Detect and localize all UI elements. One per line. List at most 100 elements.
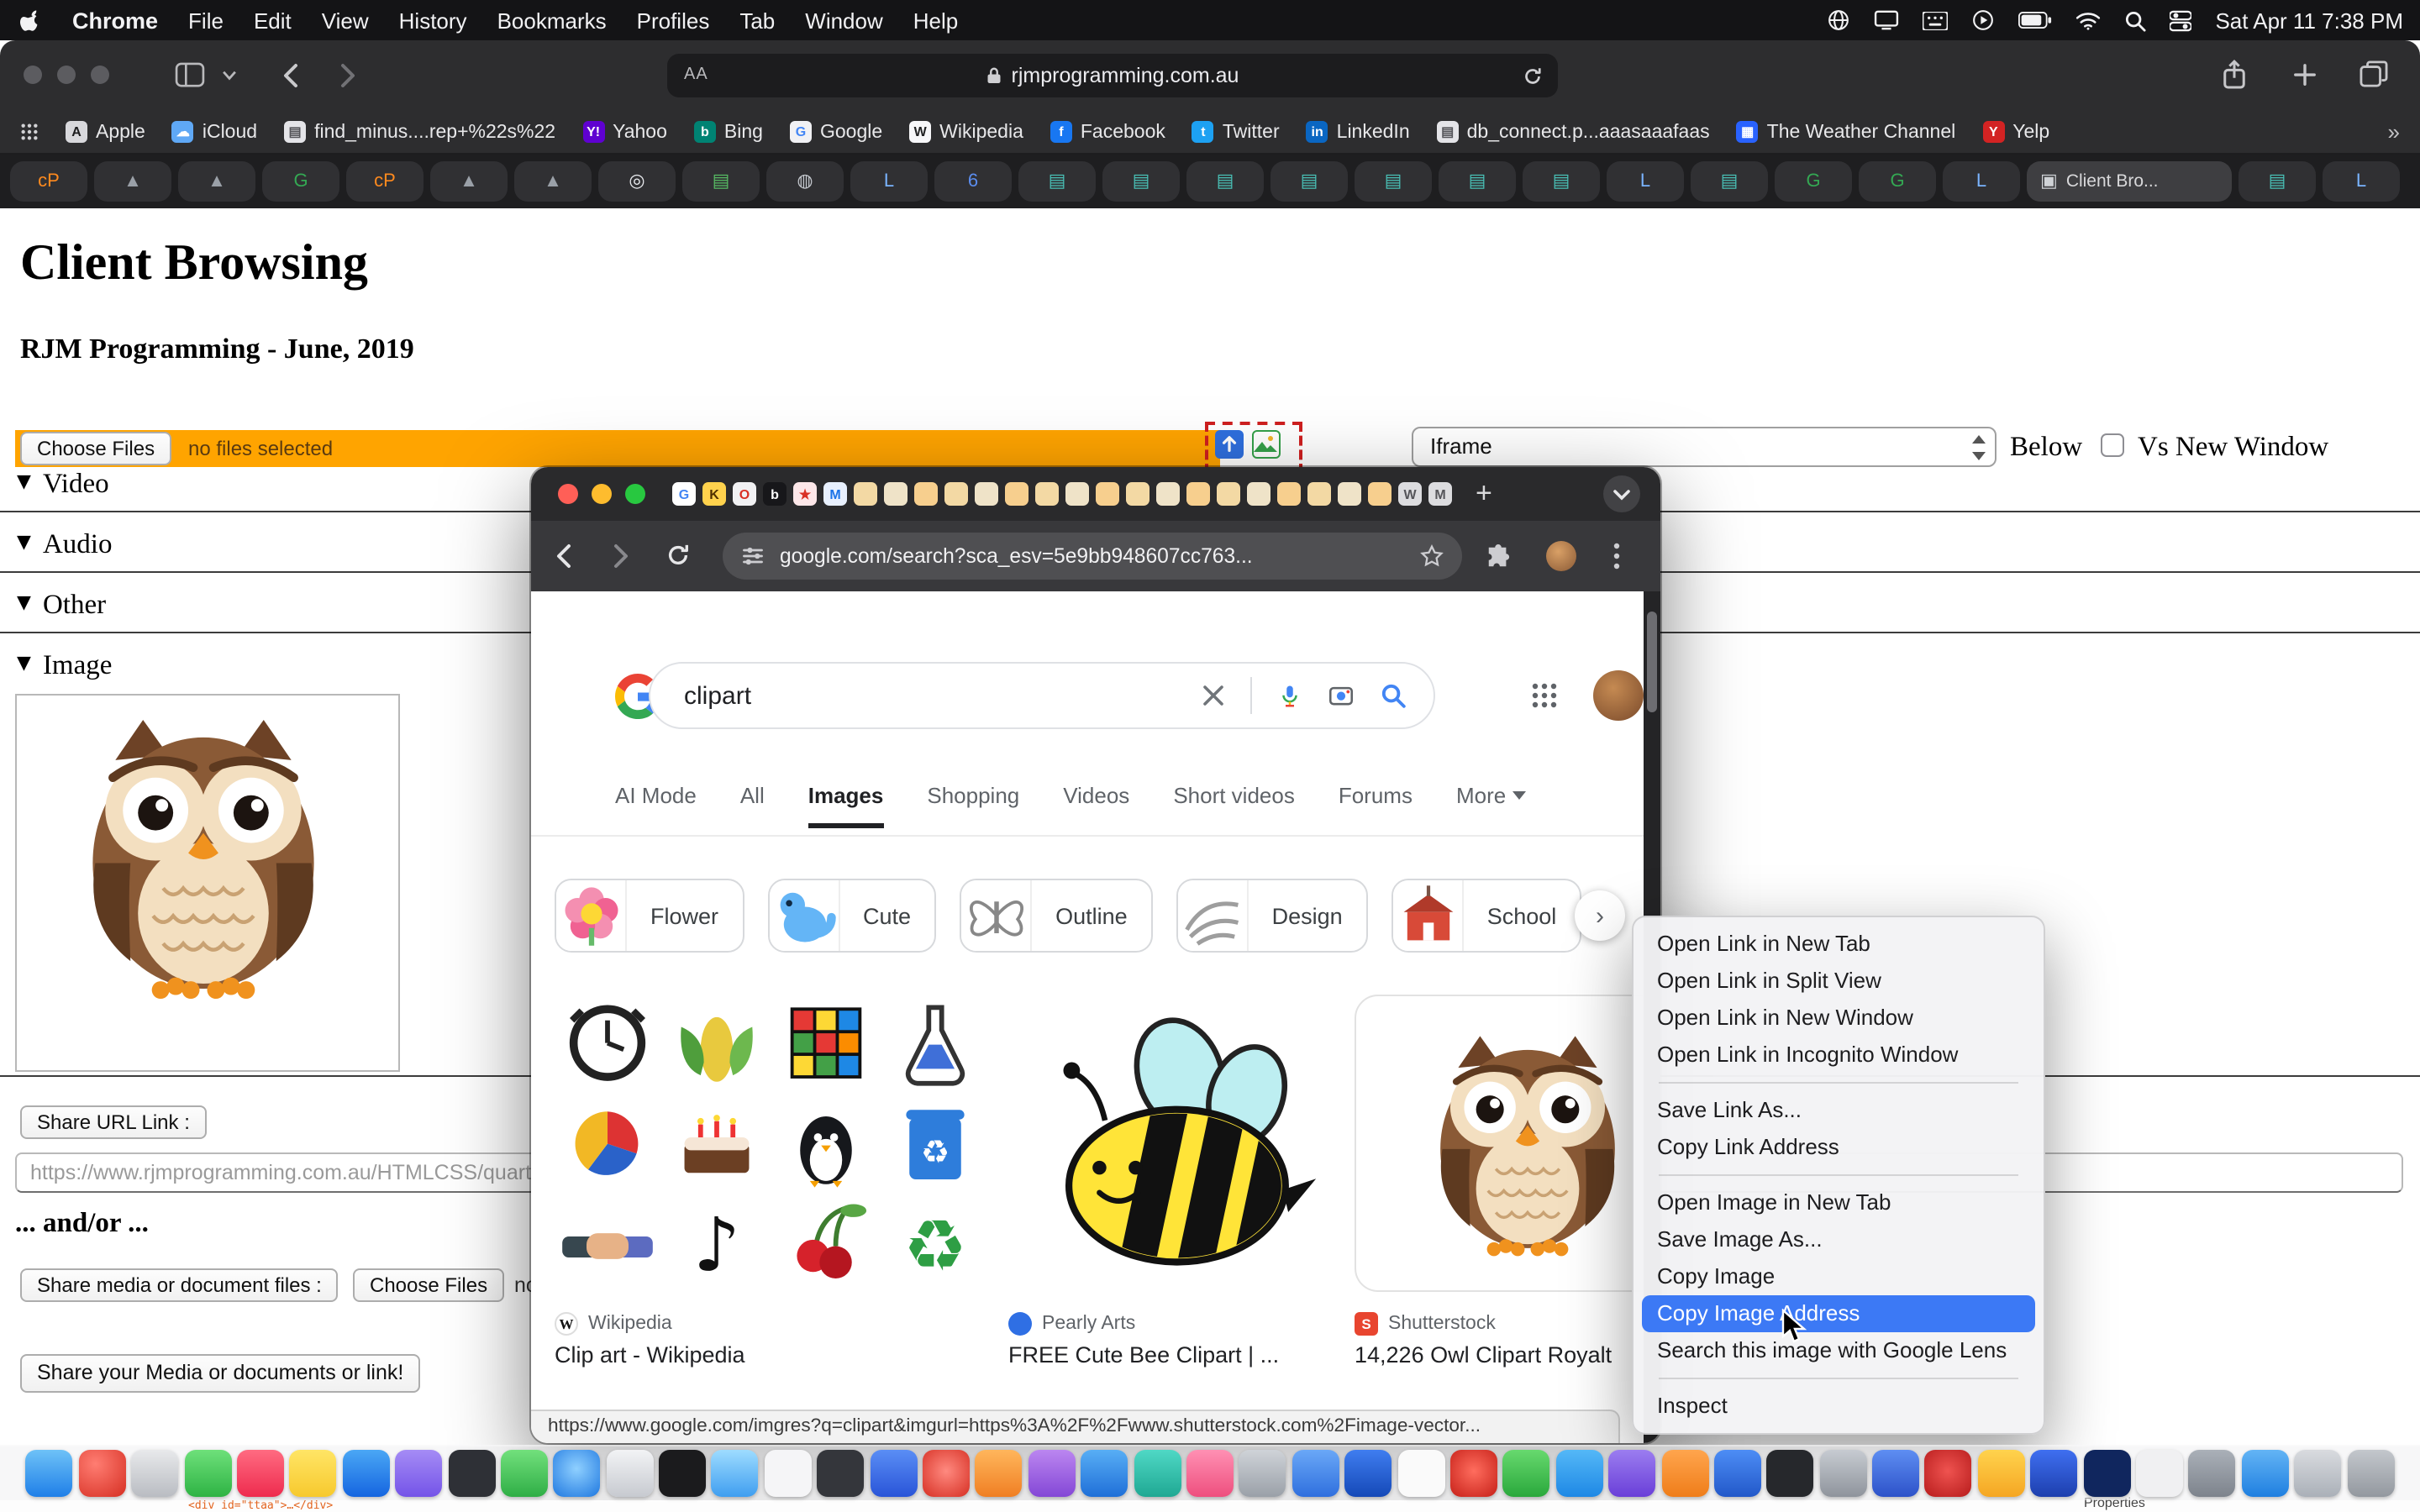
omnibox[interactable]: google.com/search?sca_esv=5e9bb948607cc7…: [723, 533, 1462, 580]
dock-app-icon[interactable]: [1872, 1450, 1919, 1497]
google-apps-grid-icon[interactable]: [1531, 682, 1558, 709]
context-menu-item[interactable]: Open Link in New Window: [1642, 1000, 2035, 1037]
tab-overview-icon[interactable]: [2360, 60, 2388, 87]
dock-app-icon[interactable]: [976, 1450, 1023, 1497]
menu-app-name[interactable]: Chrome: [72, 8, 158, 33]
browser-tab[interactable]: ▤: [1691, 161, 1768, 202]
google-search-box[interactable]: clipart: [649, 662, 1435, 729]
safari-toolbar[interactable]: AA rjmprogramming.com.au: [0, 40, 2420, 111]
dock-app-icon[interactable]: [818, 1450, 865, 1497]
dock-app-icon[interactable]: [1081, 1450, 1128, 1497]
chrome-titlebar[interactable]: GKOb★MWM +: [531, 467, 1660, 521]
dock-app-icon[interactable]: [1714, 1450, 1761, 1497]
tab-favicon[interactable]: [1186, 482, 1210, 506]
browser-tab[interactable]: ▤: [1439, 161, 1516, 202]
bookmark-item[interactable]: f Facebook: [1050, 121, 1165, 143]
dock-app-icon[interactable]: [1819, 1450, 1866, 1497]
owl-clipart-image[interactable]: [77, 712, 329, 1001]
tab-favicon[interactable]: [975, 482, 998, 506]
dock-app-icon[interactable]: [765, 1450, 812, 1497]
browser-tab[interactable]: ▤: [1355, 161, 1432, 202]
browser-tab[interactable]: ▲: [178, 161, 255, 202]
context-menu-item[interactable]: Save Link As...: [1642, 1092, 2035, 1129]
apple-menu-icon[interactable]: [20, 8, 42, 33]
browser-tab[interactable]: L: [1943, 161, 2020, 202]
tab-favicon[interactable]: [1065, 482, 1089, 506]
share-submit-button[interactable]: Share your Media or documents or link!: [20, 1354, 420, 1393]
browser-tab[interactable]: L: [850, 161, 928, 202]
forward-button[interactable]: [339, 62, 356, 89]
clear-search-icon[interactable]: [1202, 684, 1225, 707]
globe-status-icon[interactable]: [1827, 8, 1850, 32]
browser-tab[interactable]: ▤: [1102, 161, 1180, 202]
dock-app-icon[interactable]: [2031, 1450, 2078, 1497]
menu-help[interactable]: Help: [913, 8, 959, 33]
choose-files-button[interactable]: Choose Files: [20, 432, 171, 465]
dock-app-icon[interactable]: [870, 1450, 917, 1497]
dock-app-icon[interactable]: [290, 1450, 337, 1497]
battery-icon[interactable]: [2018, 12, 2052, 29]
tab-favicon[interactable]: M: [1428, 482, 1452, 506]
bookmark-item[interactable]: b Bing: [694, 121, 763, 143]
result-owl-image[interactable]: [1355, 995, 1660, 1292]
scrollbar-thumb[interactable]: [1647, 612, 1657, 712]
tab-videos[interactable]: Videos: [1063, 783, 1129, 823]
result-source[interactable]: Pearly Arts: [1008, 1312, 1135, 1336]
dock-app-icon[interactable]: [2083, 1450, 2130, 1497]
menu-window[interactable]: Window: [805, 8, 883, 33]
search-submit-icon[interactable]: [1380, 682, 1407, 709]
menu-tab[interactable]: Tab: [739, 8, 775, 33]
tab-favicon[interactable]: G: [672, 482, 696, 506]
dock-app-icon[interactable]: [448, 1450, 495, 1497]
dock-app-icon[interactable]: [923, 1450, 970, 1497]
chip-cute[interactable]: Cute: [767, 879, 936, 953]
menu-bar-clock[interactable]: Sat Apr 11 7:38 PM: [2215, 8, 2403, 33]
result-bee-image[interactable]: [1008, 995, 1338, 1292]
context-menu-item[interactable]: Search this image with Google Lens: [1642, 1332, 2035, 1369]
browser-tab[interactable]: L: [1607, 161, 1684, 202]
dock-app-icon[interactable]: [1978, 1450, 2025, 1497]
address-bar[interactable]: AA rjmprogramming.com.au: [667, 54, 1558, 97]
browser-tab[interactable]: ▲: [514, 161, 592, 202]
dock-app-icon[interactable]: [1608, 1450, 1655, 1497]
tab-favicon[interactable]: ★: [793, 482, 817, 506]
bookmark-item[interactable]: ☁ iCloud: [172, 121, 257, 143]
browser-tab[interactable]: ▤: [682, 161, 760, 202]
dock-app-icon[interactable]: [1292, 1450, 1339, 1497]
reload-icon[interactable]: [1523, 66, 1543, 87]
profile-avatar[interactable]: [1546, 541, 1576, 571]
context-menu-item[interactable]: Open Link in New Tab: [1642, 926, 2035, 963]
share-icon[interactable]: [2222, 59, 2247, 91]
window-zoom-button[interactable]: [625, 484, 645, 504]
browser-tab[interactable]: L: [2323, 161, 2400, 202]
dock-app-icon[interactable]: [1028, 1450, 1076, 1497]
wifi-icon[interactable]: [2075, 11, 2101, 29]
dock-app-icon[interactable]: [343, 1450, 390, 1497]
section-other[interactable]: ▼ Other: [17, 585, 106, 625]
dock-app-icon[interactable]: [501, 1450, 548, 1497]
chip-school[interactable]: School: [1392, 879, 1582, 953]
browser-tab[interactable]: ◎: [598, 161, 676, 202]
dock-app-icon[interactable]: [131, 1450, 178, 1497]
back-button[interactable]: [555, 543, 573, 570]
dock-app-icon[interactable]: [1134, 1450, 1181, 1497]
bookmarks-grid-icon[interactable]: [20, 123, 39, 141]
tab-favicon[interactable]: [854, 482, 877, 506]
context-menu-item[interactable]: Open Link in Incognito Window: [1642, 1037, 2035, 1074]
bookmark-item[interactable]: ▦ The Weather Channel: [1737, 121, 1956, 143]
new-tab-plus-icon[interactable]: +: [1476, 474, 1492, 514]
chip-design[interactable]: Design: [1176, 879, 1368, 953]
menu-file[interactable]: File: [188, 8, 224, 33]
result-source[interactable]: S Shutterstock: [1355, 1312, 1496, 1336]
result-title[interactable]: 14,226 Owl Clipart Royalt: [1355, 1342, 1612, 1368]
extensions-puzzle-icon[interactable]: [1486, 544, 1511, 570]
context-menu-item[interactable]: Save Image As...: [1642, 1221, 2035, 1258]
play-status-icon[interactable]: [1971, 8, 1995, 32]
keyboard-status-icon[interactable]: [1923, 11, 1948, 29]
google-account-avatar[interactable]: [1593, 670, 1644, 721]
chip-flower[interactable]: Flower: [555, 879, 744, 953]
result-source[interactable]: W Wikipedia: [555, 1312, 672, 1336]
tab-images[interactable]: Images: [808, 783, 884, 828]
back-button[interactable]: [282, 62, 299, 89]
menu-bookmarks[interactable]: Bookmarks: [497, 8, 607, 33]
